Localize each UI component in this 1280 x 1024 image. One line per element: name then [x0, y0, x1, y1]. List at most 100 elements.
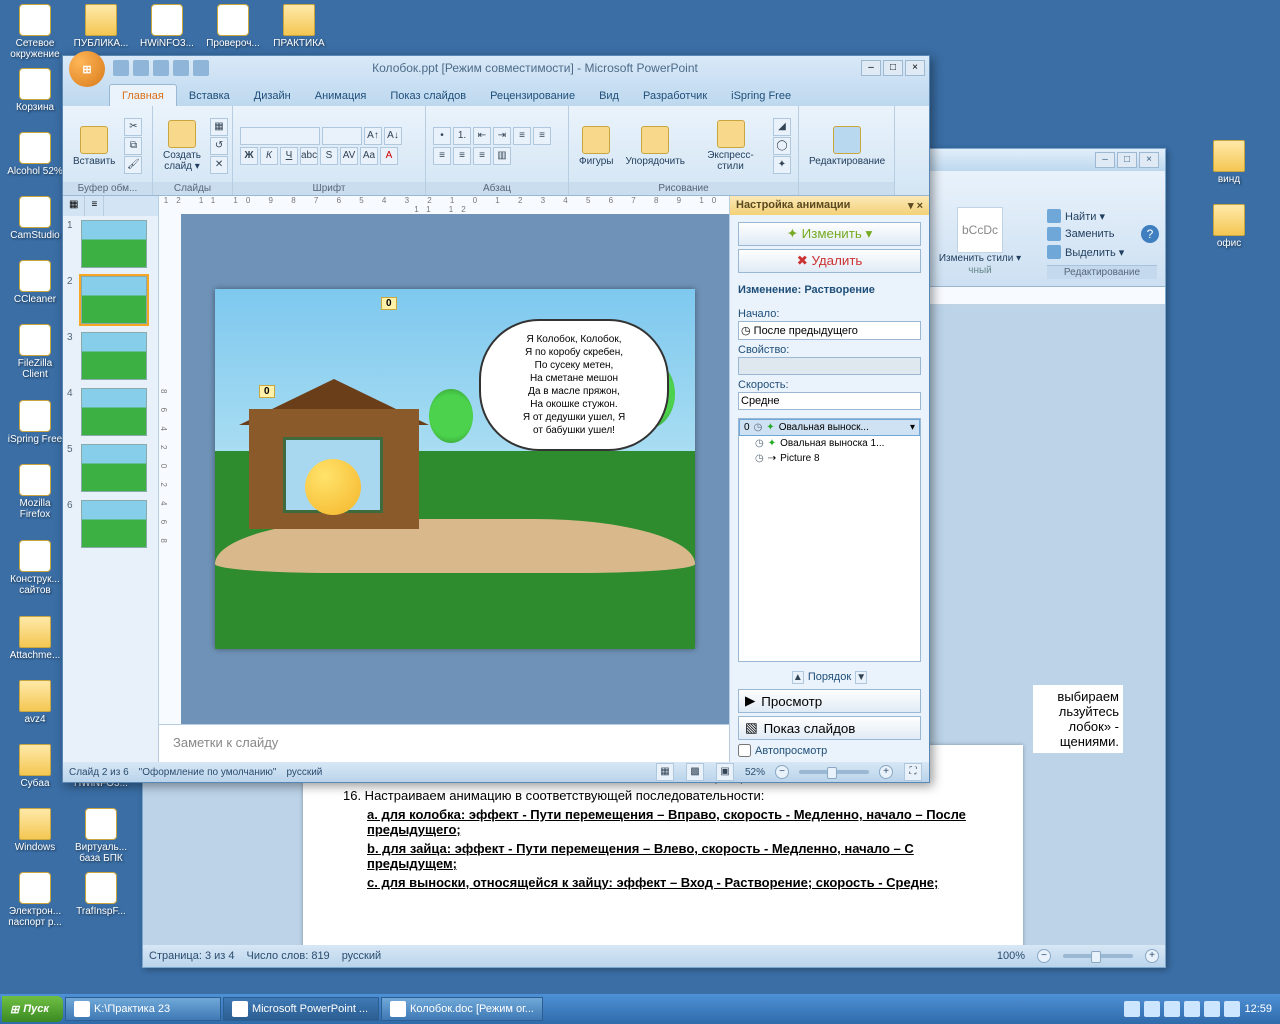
- start-button[interactable]: ⊞Пуск: [2, 996, 63, 1022]
- bold-icon[interactable]: Ж: [240, 147, 258, 165]
- thumbnails-tab-slides[interactable]: ▦: [63, 196, 85, 216]
- numbering-icon[interactable]: 1.: [453, 127, 471, 145]
- zoom-level[interactable]: 52%: [745, 767, 765, 778]
- shape-effects-icon[interactable]: ✦: [773, 156, 791, 174]
- zoom-out-button[interactable]: −: [775, 765, 789, 779]
- underline-icon[interactable]: Ч: [280, 147, 298, 165]
- font-color-icon[interactable]: A: [380, 147, 398, 165]
- desktop-icon[interactable]: Сетевое окружение: [4, 4, 66, 60]
- desktop-icon[interactable]: Mozilla Firefox: [4, 464, 66, 520]
- arrange-button[interactable]: Упорядочить: [621, 124, 689, 169]
- minimize-button[interactable]: –: [861, 60, 881, 76]
- slide-thumbnail-2[interactable]: 2: [63, 272, 158, 328]
- kolobok-shape[interactable]: [305, 459, 361, 515]
- quick-styles-button[interactable]: Экспресс-стили: [693, 118, 768, 174]
- desktop-icon[interactable]: Windows: [4, 808, 66, 853]
- desktop-icon[interactable]: офис: [1198, 204, 1260, 249]
- taskbar-item[interactable]: K:\Практика 23: [65, 997, 221, 1021]
- tray-icon[interactable]: [1144, 1001, 1160, 1017]
- delete-effect-button[interactable]: ✖ Удалить: [738, 249, 921, 273]
- titlebar[interactable]: ⊞ Колобок.ppt [Режим совместимости] - Mi…: [63, 56, 929, 80]
- desktop-icon[interactable]: avz4: [4, 680, 66, 725]
- paste-button[interactable]: Вставить: [69, 124, 119, 169]
- zoom-in-button[interactable]: +: [1145, 949, 1159, 963]
- zoom-slider[interactable]: [1063, 954, 1133, 958]
- tab-animation[interactable]: Анимация: [303, 85, 379, 106]
- zoom-level[interactable]: 100%: [997, 950, 1025, 962]
- autopreview-checkbox[interactable]: Автопросмотр: [738, 744, 921, 757]
- tab-design[interactable]: Дизайн: [242, 85, 303, 106]
- copy-icon[interactable]: ⧉: [124, 137, 142, 155]
- animation-item[interactable]: 0◷✦Овальная выноск...▾: [739, 419, 920, 436]
- zoom-in-button[interactable]: +: [879, 765, 893, 779]
- save-icon[interactable]: [113, 60, 129, 76]
- tray-icon[interactable]: [1124, 1001, 1140, 1017]
- taskbar-item[interactable]: Microsoft PowerPoint ...: [223, 997, 379, 1021]
- language-indicator[interactable]: русский: [286, 767, 322, 778]
- restore-button[interactable]: □: [883, 60, 903, 76]
- desktop-icon[interactable]: Электрон... паспорт р...: [4, 872, 66, 928]
- shape-outline-icon[interactable]: ◯: [773, 137, 791, 155]
- open-icon[interactable]: [173, 60, 189, 76]
- desktop-icon[interactable]: Конструк... сайтов: [4, 540, 66, 596]
- font-family-select[interactable]: [240, 127, 320, 145]
- desktop-icon[interactable]: Провероч...: [202, 4, 264, 49]
- language-indicator[interactable]: русский: [342, 950, 381, 962]
- tab-view[interactable]: Вид: [587, 85, 631, 106]
- zoom-slider[interactable]: [799, 770, 869, 774]
- print-icon[interactable]: [193, 60, 209, 76]
- shrink-font-icon[interactable]: A↓: [384, 127, 402, 145]
- animation-item[interactable]: ◷✦Овальная выноска 1...: [739, 436, 920, 451]
- layout-icon[interactable]: ▦: [210, 118, 228, 136]
- slideshow-button[interactable]: ▧ Показ слайдов: [738, 716, 921, 740]
- indent-dec-icon[interactable]: ⇤: [473, 127, 491, 145]
- minimize-button[interactable]: –: [1095, 152, 1115, 168]
- bullets-icon[interactable]: •: [433, 127, 451, 145]
- view-sorter-icon[interactable]: ▩: [686, 763, 704, 781]
- animation-list[interactable]: 0◷✦Овальная выноск...▾ ◷✦Овальная выноск…: [738, 418, 921, 662]
- desktop-icon[interactable]: HWiNFO3...: [136, 4, 198, 49]
- thumbnails-tab-outline[interactable]: ≡: [85, 196, 104, 216]
- desktop-icon[interactable]: iSpring Free: [4, 400, 66, 445]
- maximize-button[interactable]: □: [1117, 152, 1137, 168]
- slide-thumbnail-5[interactable]: 5: [63, 440, 158, 496]
- slide-thumbnail-4[interactable]: 4: [63, 384, 158, 440]
- tray-icon[interactable]: [1184, 1001, 1200, 1017]
- desktop-icon[interactable]: FileZilla Client: [4, 324, 66, 380]
- tray-icon[interactable]: [1204, 1001, 1220, 1017]
- close-button[interactable]: ×: [905, 60, 925, 76]
- desktop-icon[interactable]: Attachme...: [4, 616, 66, 661]
- styles-group[interactable]: bCcDc Изменить стили ▾ чный: [925, 207, 1035, 276]
- cut-icon[interactable]: ✂: [124, 118, 142, 136]
- italic-icon[interactable]: К: [260, 147, 278, 165]
- tab-review[interactable]: Рецензирование: [478, 85, 587, 106]
- change-effect-button[interactable]: ✦ Изменить ▾: [738, 222, 921, 246]
- indent-inc-icon[interactable]: ⇥: [493, 127, 511, 145]
- desktop-icon[interactable]: CCleaner: [4, 260, 66, 305]
- editing-button[interactable]: Редактирование: [805, 124, 889, 169]
- find-button[interactable]: Найти ▾: [1047, 207, 1157, 225]
- grow-font-icon[interactable]: A↑: [364, 127, 382, 145]
- preview-button[interactable]: ▶ Просмотр: [738, 689, 921, 713]
- select-button[interactable]: Выделить ▾: [1047, 243, 1157, 261]
- delete-icon[interactable]: ✕: [210, 156, 228, 174]
- move-down-button[interactable]: ▼: [855, 671, 867, 684]
- desktop-icon[interactable]: Alcohol 52%: [4, 132, 66, 177]
- desktop-icon[interactable]: винд: [1198, 140, 1260, 185]
- desktop-icon[interactable]: CamStudio: [4, 196, 66, 241]
- shape-fill-icon[interactable]: ◢: [773, 118, 791, 136]
- desktop-icon[interactable]: Виртуаль... база БПК: [70, 808, 132, 864]
- theme-indicator[interactable]: "Оформление по умолчанию": [139, 767, 277, 778]
- slide-thumbnail-1[interactable]: 1: [63, 216, 158, 272]
- animation-marker[interactable]: 0: [259, 385, 275, 398]
- tab-ispring[interactable]: iSpring Free: [719, 85, 803, 106]
- tab-slideshow[interactable]: Показ слайдов: [378, 85, 478, 106]
- justify-icon[interactable]: ≡: [473, 147, 491, 165]
- reset-icon[interactable]: ↺: [210, 137, 228, 155]
- desktop-icon[interactable]: Корзина: [4, 68, 66, 113]
- new-slide-button[interactable]: Создать слайд ▾: [159, 118, 205, 174]
- view-slideshow-icon[interactable]: ▣: [716, 763, 734, 781]
- speed-select[interactable]: Средне: [738, 392, 921, 410]
- spacing-icon[interactable]: AV: [340, 147, 358, 165]
- slide-indicator[interactable]: Слайд 2 из 6: [69, 767, 129, 778]
